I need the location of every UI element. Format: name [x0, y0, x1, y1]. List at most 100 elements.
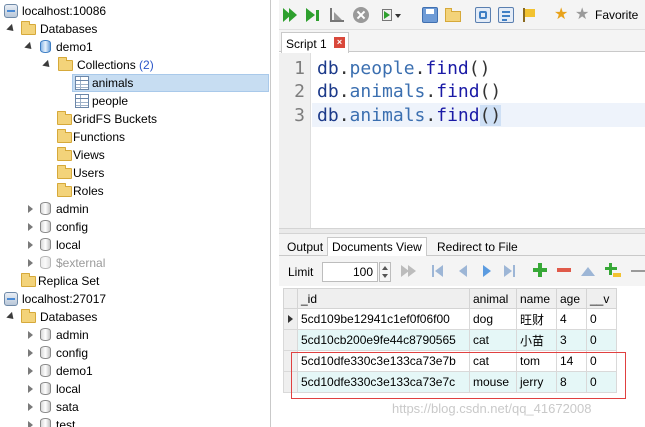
expand-closed-icon[interactable]	[28, 331, 36, 339]
column-header[interactable]: animal	[469, 288, 517, 309]
expand-open-icon[interactable]	[6, 23, 18, 36]
database-icon	[40, 346, 51, 359]
expand-closed-icon[interactable]	[28, 385, 36, 393]
table-cell[interactable]: 5cd109be12941c1ef0f06f00	[297, 308, 470, 330]
line-number: 1	[294, 58, 305, 79]
expand-closed-icon[interactable]	[28, 421, 36, 427]
folder-icon	[57, 111, 72, 125]
expand-closed-icon[interactable]	[28, 367, 36, 375]
open-folder-icon[interactable]	[445, 7, 461, 23]
tree-node-collection-selected[interactable]: animals	[72, 74, 269, 92]
expand-closed-icon[interactable]	[28, 349, 36, 357]
table-cell[interactable]: 4	[556, 308, 587, 330]
line-number: 2	[294, 81, 305, 102]
close-icon[interactable]: ×	[334, 37, 345, 48]
folder-icon	[58, 57, 73, 71]
row-selector[interactable]	[283, 308, 298, 330]
next-page-icon[interactable]	[481, 265, 495, 277]
explain-icon[interactable]	[329, 7, 345, 23]
folder-icon	[21, 21, 36, 35]
table-cell[interactable]: cat	[469, 329, 517, 351]
tab-redirect-to-file[interactable]: Redirect to File	[432, 237, 523, 257]
expand-open-icon[interactable]	[6, 311, 18, 324]
limit-input[interactable]	[322, 262, 378, 282]
tab-output[interactable]: Output	[282, 237, 328, 257]
column-header[interactable]: name	[516, 288, 557, 309]
column-header[interactable]: age	[556, 288, 587, 309]
row-header-corner	[283, 288, 298, 309]
code-paren: ()	[479, 81, 502, 102]
add-favorite-star-icon[interactable]: ★	[554, 7, 570, 23]
first-page-icon[interactable]	[432, 265, 446, 277]
query-builder-icon[interactable]	[382, 7, 401, 23]
current-row-icon	[288, 315, 293, 323]
add-field-icon[interactable]	[605, 262, 621, 277]
expand-closed-icon[interactable]	[28, 259, 36, 267]
connect-icon[interactable]	[475, 7, 491, 23]
favorites-star-icon[interactable]: ★	[575, 7, 591, 23]
shell-icon[interactable]	[498, 7, 514, 23]
last-page-icon[interactable]	[504, 265, 518, 277]
table-cell[interactable]: 3	[556, 329, 587, 351]
run-selection-icon[interactable]	[306, 7, 322, 23]
line-number-gutter: 1 2 3	[279, 53, 311, 228]
expand-open-icon[interactable]	[24, 41, 36, 54]
limit-spinner[interactable]	[379, 262, 391, 282]
collections-label: Collections	[77, 58, 136, 72]
table-row[interactable]: 5cd10cb200e9fe44c8790565 cat 小苗 3 0	[283, 329, 617, 351]
code-line[interactable]: db.animals.find()	[317, 105, 502, 126]
row-selector[interactable]	[283, 329, 298, 351]
table-cell[interactable]: 0	[586, 308, 617, 330]
delete-document-icon[interactable]	[557, 263, 571, 275]
table-cell[interactable]: 5cd10cb200e9fe44c8790565	[297, 329, 470, 351]
expand-closed-icon[interactable]	[28, 403, 36, 411]
code-db: db	[317, 58, 339, 79]
tab-script-1[interactable]: Script 1 ×	[281, 32, 349, 53]
fast-forward-icon[interactable]	[401, 265, 416, 277]
server-icon	[4, 4, 18, 18]
result-tab-bar: Output Documents View Redirect to File	[279, 234, 645, 257]
tab-documents-view[interactable]: Documents View	[327, 237, 427, 257]
run-all-icon[interactable]	[283, 7, 299, 23]
favorites-label[interactable]: Favorite	[595, 8, 638, 22]
expand-open-icon[interactable]	[42, 59, 54, 72]
code-collection: animals	[349, 105, 426, 126]
main-toolbar: ★ ★ Favorite	[279, 0, 645, 30]
script-editor[interactable]: 1 2 3 db.people.find() db.animals.find()…	[279, 53, 645, 228]
add-document-icon[interactable]	[533, 263, 547, 277]
table-cell[interactable]: 旺财	[516, 308, 557, 330]
stop-icon[interactable]	[353, 7, 369, 23]
database-icon	[40, 400, 51, 413]
table-cell[interactable]: 小苗	[516, 329, 557, 351]
expand-closed-icon[interactable]	[28, 241, 36, 249]
database-icon	[40, 418, 51, 427]
code-line[interactable]: db.people.find()	[317, 58, 490, 79]
table-cell[interactable]: 0	[586, 329, 617, 351]
collection-icon	[75, 76, 89, 90]
connection-tree[interactable]: localhost:10086 Databases demo1 Collecti…	[0, 0, 271, 427]
save-icon[interactable]	[422, 7, 438, 23]
limit-label: Limit	[288, 265, 314, 279]
flag-icon[interactable]	[522, 7, 538, 23]
column-header[interactable]: __v	[586, 288, 617, 309]
code-paren: ()	[479, 105, 502, 126]
code-function: find	[436, 105, 480, 126]
folder-icon	[21, 273, 36, 287]
table-row[interactable]: 5cd109be12941c1ef0f06f00 dog 旺财 4 0	[283, 308, 617, 330]
expand-closed-icon[interactable]	[28, 223, 36, 231]
script-tab-bar: Script 1 ×	[279, 30, 645, 53]
code-db: db	[317, 81, 339, 102]
collections-count: (2)	[139, 58, 154, 72]
table-cell[interactable]: dog	[469, 308, 517, 330]
expand-closed-icon[interactable]	[28, 205, 36, 213]
column-header[interactable]: _id	[297, 288, 470, 309]
database-icon	[40, 40, 51, 53]
server-icon	[4, 292, 18, 306]
code-function: find	[436, 81, 480, 102]
previous-page-icon[interactable]	[457, 265, 471, 277]
more-icon[interactable]	[631, 265, 645, 277]
code-line[interactable]: db.animals.find()	[317, 81, 501, 102]
code-db: db	[317, 105, 339, 126]
result-toolbar: Limit	[279, 256, 645, 286]
move-up-icon[interactable]	[581, 265, 595, 277]
